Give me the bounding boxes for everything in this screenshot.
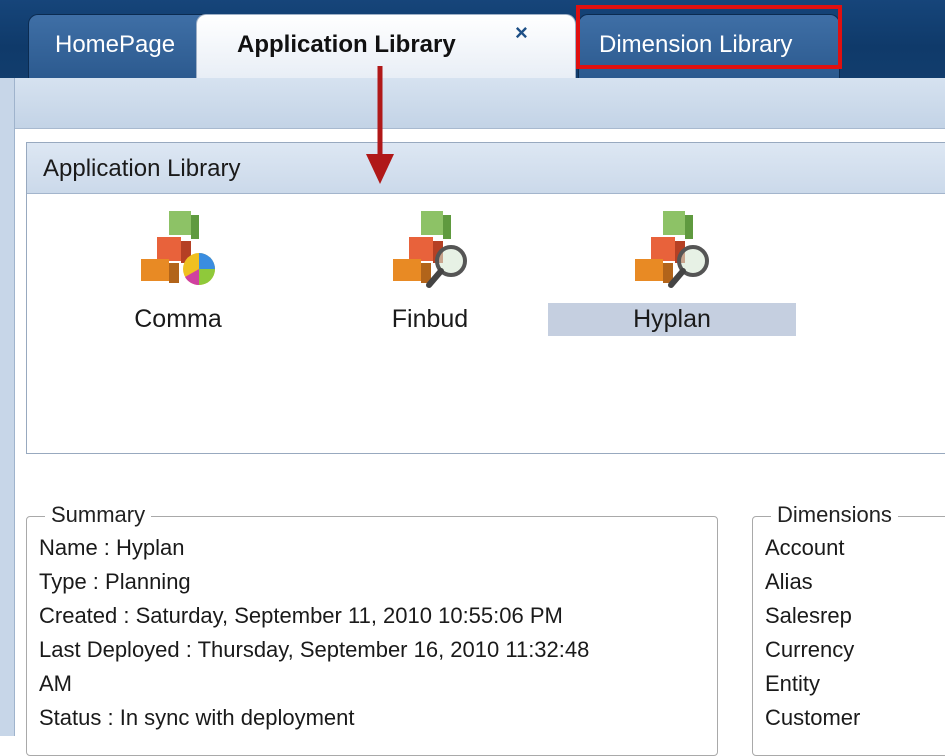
dimensions-legend: Dimensions bbox=[771, 502, 898, 528]
summary-type: Type : Planning bbox=[39, 569, 191, 594]
summary-legend: Summary bbox=[45, 502, 152, 528]
left-edge-border bbox=[0, 78, 15, 736]
tab-homepage-label: HomePage bbox=[55, 31, 176, 58]
app-item-hyplan[interactable]: Hyplan bbox=[547, 205, 797, 336]
annotation-arrow bbox=[366, 66, 394, 184]
app-label-selected: Hyplan bbox=[548, 303, 796, 336]
dimension-item: Customer bbox=[765, 705, 861, 730]
application-cube-magnifier-icon bbox=[393, 211, 467, 288]
summary-group: Summary Name : Hyplan Type : Planning Cr… bbox=[26, 502, 718, 756]
dimension-item: Salesrep bbox=[765, 603, 852, 628]
dimension-item: Alias bbox=[765, 569, 813, 594]
toolbar-strip bbox=[0, 78, 945, 129]
summary-created: Created : Saturday, September 11, 2010 1… bbox=[39, 603, 563, 628]
summary-name: Name : Hyplan bbox=[39, 535, 185, 560]
summary-status: Status : In sync with deployment bbox=[39, 705, 355, 730]
app-item-comma[interactable]: Comma bbox=[53, 205, 303, 336]
panel-header: Application Library bbox=[27, 143, 945, 194]
dimensions-group: Dimensions Account Alias Salesrep Curren… bbox=[752, 502, 945, 756]
highlight-box bbox=[576, 5, 842, 69]
app-label: Finbud bbox=[391, 305, 469, 333]
dimension-item: Entity bbox=[765, 671, 821, 696]
application-cube-magnifier-icon bbox=[635, 211, 709, 288]
application-library-panel: Application Library Comma Finbud Hyplan bbox=[26, 142, 945, 454]
close-icon[interactable]: × bbox=[515, 3, 528, 63]
application-cube-piechart-icon bbox=[141, 211, 215, 286]
tab-homepage[interactable]: HomePage bbox=[28, 14, 214, 78]
summary-last-deployed: Last Deployed : Thursday, September 16, … bbox=[39, 637, 590, 662]
app-item-finbud[interactable]: Finbud bbox=[305, 205, 555, 336]
tab-application-library-label: Application Library bbox=[237, 31, 456, 58]
summary-last-deployed-cont: AM bbox=[39, 671, 72, 696]
app-label: Comma bbox=[134, 305, 222, 333]
dimension-item: Currency bbox=[765, 637, 855, 662]
dimension-item: Account bbox=[765, 535, 845, 560]
